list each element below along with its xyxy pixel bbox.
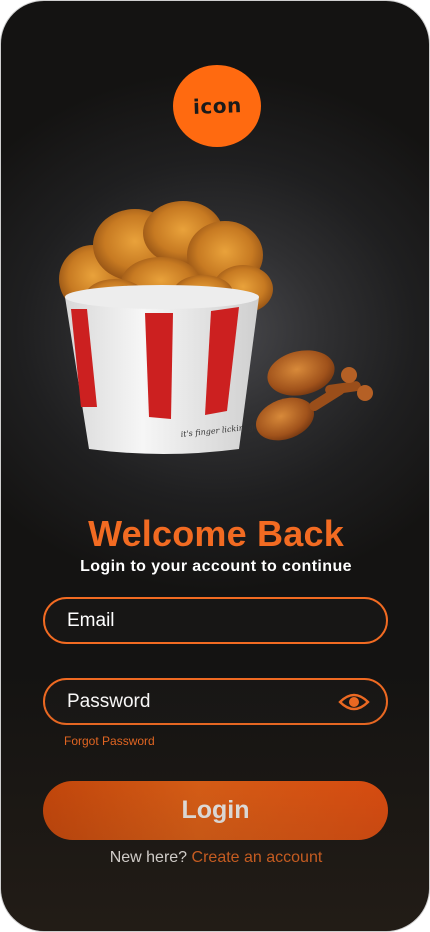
password-field[interactable] [67,680,337,723]
create-account-link[interactable]: Create an account [192,849,323,866]
eye-icon[interactable] [338,690,370,714]
logo-text: icon [192,93,242,119]
email-field-container [43,597,388,644]
login-screen: icon it's finger lickin' good Welcome Ba… [0,0,430,932]
signup-prompt: New here? Create an account [1,849,429,867]
forgot-password-link[interactable]: Forgot Password [64,734,155,748]
email-field[interactable] [67,599,337,642]
app-logo: icon [173,65,261,147]
signup-prompt-text: New here? [109,849,188,866]
chicken-bucket-illustration: it's finger lickin' good [53,197,383,467]
welcome-title: Welcome Back [88,513,344,554]
password-field-container [43,678,388,725]
bucket: it's finger lickin' good [65,285,269,454]
login-button[interactable]: Login [43,781,388,840]
welcome-subtitle: Login to your account to continue [80,558,352,575]
drumsticks [255,350,373,441]
